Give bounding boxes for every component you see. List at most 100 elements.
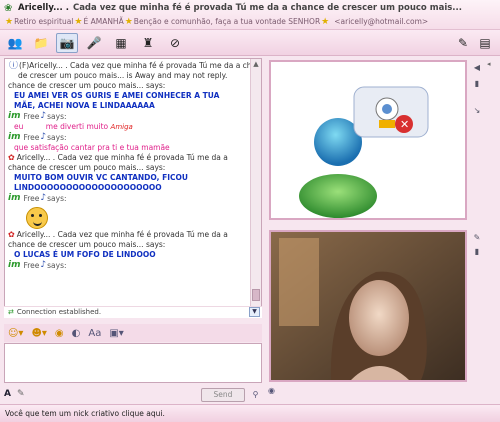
sender-line: ✿ Aricelly... . Cada vez que minha fé é p… xyxy=(8,230,228,239)
star-icon: ★ xyxy=(5,16,14,27)
font-button[interactable]: Aa xyxy=(88,328,101,339)
menu-icon: ▤ xyxy=(479,36,491,50)
conversation-scrollbar[interactable]: ▲ xyxy=(250,59,261,317)
star-icon: ★ xyxy=(124,16,133,27)
webcam-frame xyxy=(271,232,465,380)
paintbrush-icon: ✎ xyxy=(457,36,469,50)
message-input[interactable] xyxy=(4,343,262,383)
msn-im-icon: im xyxy=(8,132,21,142)
webcam-tools: ✎ ▮ xyxy=(470,230,484,382)
message-text: que satisfação cantar pra ti e tua mamãe xyxy=(14,143,170,152)
music-note-icon: ♪ xyxy=(40,111,47,121)
slider-icon[interactable]: ▮ xyxy=(471,78,483,90)
message-text: EU AMEI VER OS GURIS E AMEI CONHECER A T… xyxy=(14,91,220,100)
message-text: MUITO BOM OUVIR VC CANTANDO, FICOU xyxy=(14,173,188,182)
display-picture-tools: ◀ ▮ ↘ xyxy=(470,60,484,220)
folder-icon: 📁 xyxy=(33,36,49,50)
connection-icon: ⇄ xyxy=(8,308,14,316)
background-button[interactable]: ▣▾ xyxy=(109,328,123,339)
speaker-icon[interactable]: ◀ xyxy=(471,62,483,74)
title-message: Cada vez que minha fé é provada Tú me da… xyxy=(72,3,462,13)
webcam-options-icon[interactable]: ◉ xyxy=(268,386,280,398)
sender-line: im Free ♪ says: xyxy=(8,132,67,142)
activities-button[interactable]: ▦ xyxy=(110,33,132,53)
scroll-down-button[interactable]: ▼ xyxy=(249,307,260,317)
msn-buddy-icon: ❀ xyxy=(4,2,13,14)
audio-button[interactable]: 🎤 xyxy=(83,33,105,53)
away-notice-line-2: de crescer um pouco mais... is Away and … xyxy=(18,71,228,80)
sender-line: im Free ♪ says: xyxy=(8,111,67,121)
message-text: MÃE, ACHEI NOVA E LINDAAAAAA xyxy=(14,101,155,110)
contact-display-picture[interactable]: ✕ xyxy=(269,60,467,220)
message-text: LINDOOOOOOOOOOOOOOOOOOOO xyxy=(14,183,162,192)
send-button[interactable]: Send xyxy=(201,388,245,402)
chevron-left-icon[interactable]: ◂ xyxy=(487,60,491,68)
emoticon-button[interactable]: ☺▾ xyxy=(8,328,23,339)
star-icon: ★ xyxy=(321,16,330,27)
side-panel-toggle[interactable]: ◂ xyxy=(487,60,497,220)
expand-icon[interactable]: ↘ xyxy=(471,105,483,117)
activities-icon: ▦ xyxy=(115,36,127,50)
contact-personal-message: ★ Retiro espiritual ★ É AMANHÃ ★ Benção … xyxy=(4,15,494,28)
msn-im-icon: im xyxy=(8,193,21,203)
sender-line: im Free ♪ says: xyxy=(8,260,67,270)
contact-name: Aricelly... . xyxy=(18,3,69,13)
toolbar: 👥 📁 📷 🎤 ▦ ♜ ⊘ ✎ ▤ xyxy=(0,30,500,56)
search-icon[interactable]: ⚲ xyxy=(249,388,262,402)
flower-icon: ✿ xyxy=(8,153,15,162)
voice-clip-button[interactable]: ◐ xyxy=(72,328,81,339)
scrollbar-thumb[interactable] xyxy=(252,289,260,301)
webcam-icon: 📷 xyxy=(59,36,75,50)
music-note-icon: ♪ xyxy=(40,132,47,142)
status-text-3: Benção e comunhão, faça a tua vontade SE… xyxy=(133,17,321,26)
title-row: ❀ Aricelly... . Cada vez que minha fé é … xyxy=(4,1,494,15)
star-icon: ★ xyxy=(74,16,83,27)
wink-button[interactable]: ☻▾ xyxy=(31,328,46,339)
microphone-icon: 🎤 xyxy=(86,36,102,50)
music-note-icon: ♪ xyxy=(40,193,47,203)
music-note-icon: ♪ xyxy=(40,260,47,270)
title-bar: ❀ Aricelly... . Cada vez que minha fé é … xyxy=(0,0,500,30)
flower-icon: ✿ xyxy=(8,230,15,239)
msn-buddy-webcam-illustration: ✕ xyxy=(299,86,429,218)
conversation-content: ⓘ(F)Aricelly... . Cada vez que minha fé … xyxy=(8,61,250,271)
webcam-video[interactable] xyxy=(269,230,467,382)
sender-line: ✿ Aricelly... . Cada vez que minha fé é p… xyxy=(8,153,228,162)
msn-im-icon: im xyxy=(8,111,21,121)
input-toolbar: ☺▾ ☻▾ ◉ ◐ Aa ▣▾ xyxy=(4,324,262,342)
away-notice-line-1: ⓘ(F)Aricelly... . Cada vez que minha fé … xyxy=(9,61,250,71)
info-icon: ⓘ xyxy=(9,61,19,71)
message-text: O LUCAS É UM FOFO DE LINDOOO xyxy=(14,250,156,259)
conversation-history[interactable]: ⓘ(F)Aricelly... . Cada vez que minha fé … xyxy=(4,58,262,318)
sender-line-cont: chance de crescer um pouco mais... says: xyxy=(8,240,166,249)
pen-icon[interactable]: ✎ xyxy=(471,232,483,244)
invite-contact-button[interactable]: 👥 xyxy=(4,33,26,53)
nudge-button[interactable]: ◉ xyxy=(55,328,64,339)
msn-im-icon: im xyxy=(8,260,21,270)
handwriting-button[interactable]: ✎ xyxy=(17,389,25,399)
block-icon: ⊘ xyxy=(169,36,181,50)
invite-icon: 👥 xyxy=(7,36,23,50)
amiga-wink: Amiga xyxy=(110,123,133,131)
status-text-2: É AMANHÃ xyxy=(83,17,124,26)
chevron-down-icon: ▼ xyxy=(252,308,257,315)
contact-email: <aricelly@hotmail.com> xyxy=(334,17,429,26)
scroll-up-icon[interactable]: ▲ xyxy=(251,59,261,69)
footer-ad-link[interactable]: Você que tem um nick criativo clique aqu… xyxy=(0,404,500,422)
connection-status: ⇄ Connection established. xyxy=(4,306,262,318)
webcam-button[interactable]: 📷 xyxy=(56,33,78,53)
block-button[interactable]: ⊘ xyxy=(164,33,186,53)
sender-line: chance de crescer um pouco mais... says: xyxy=(8,81,166,90)
menu-button[interactable]: ▤ xyxy=(474,33,496,53)
games-button[interactable]: ♜ xyxy=(137,33,159,53)
message-text: eu me diverti muito Amiga xyxy=(14,122,133,131)
emoticon-icon xyxy=(26,207,48,229)
sender-line-cont: chance de crescer um pouco mais... says: xyxy=(8,163,166,172)
background-paint-button[interactable]: ✎ xyxy=(452,33,474,53)
sender-line: im Free ♪ says: xyxy=(8,193,67,203)
status-text-1: Retiro espiritual xyxy=(14,17,74,26)
font-style-button[interactable]: A xyxy=(4,389,11,399)
svg-text:✕: ✕ xyxy=(400,118,409,131)
send-files-button[interactable]: 📁 xyxy=(30,33,52,53)
slider-icon[interactable]: ▮ xyxy=(471,246,483,258)
